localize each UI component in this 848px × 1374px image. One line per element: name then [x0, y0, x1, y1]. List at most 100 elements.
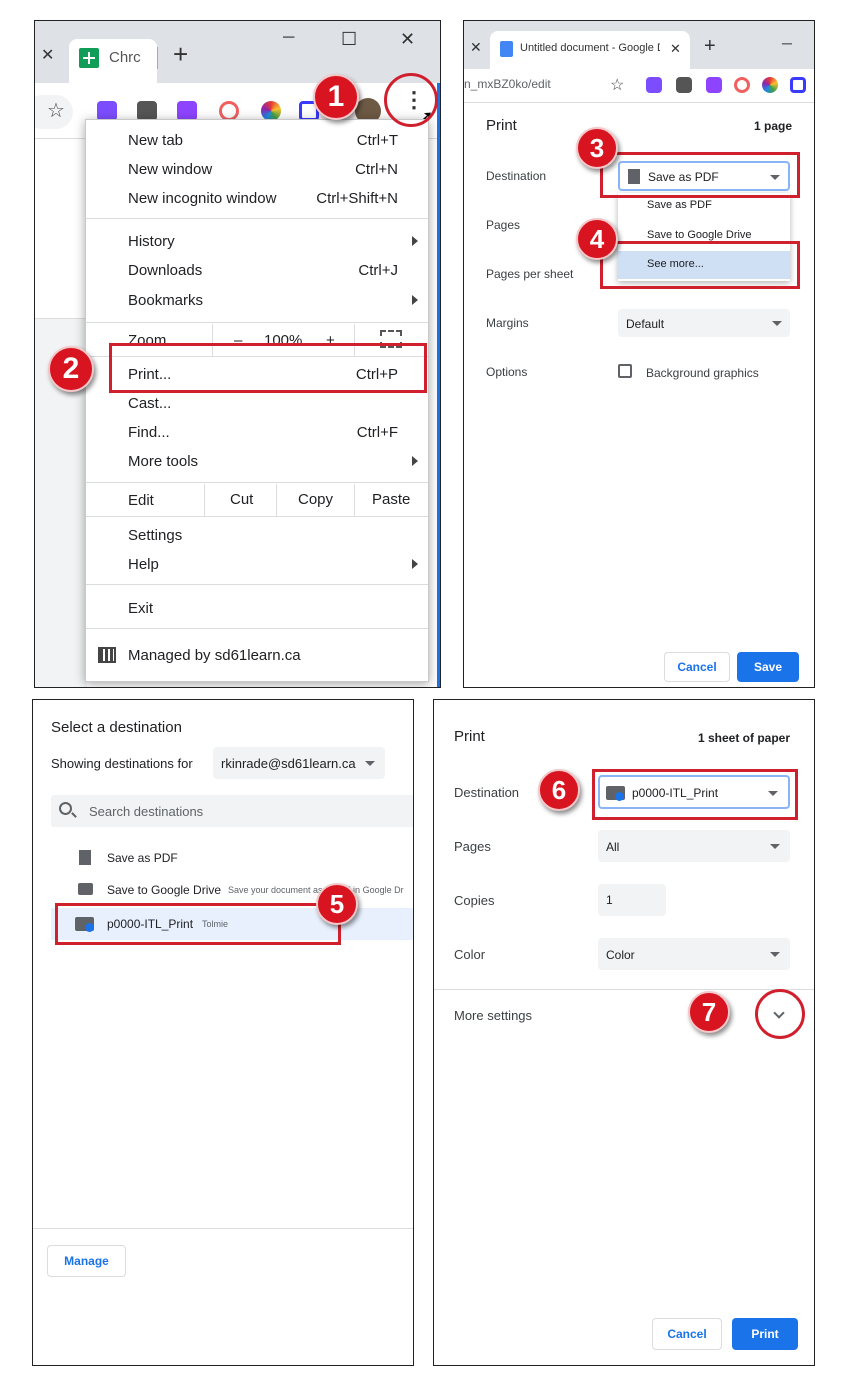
browser-tab[interactable]: Chrc: [69, 39, 157, 83]
tab-close-icon[interactable]: ✕: [470, 39, 482, 56]
extension-puzzle-icon[interactable]: [97, 101, 117, 121]
menu-item-new-tab[interactable]: New tab Ctrl+T: [86, 126, 428, 155]
extension-shape-icon[interactable]: [706, 77, 722, 93]
submenu-arrow-icon: [412, 236, 418, 246]
extension-crop-icon[interactable]: [790, 77, 806, 93]
print-button[interactable]: Print: [732, 1318, 798, 1350]
tab-close-icon[interactable]: ✕: [41, 45, 54, 65]
color-label: Color: [454, 947, 486, 962]
copy-button[interactable]: Copy: [298, 491, 333, 508]
menu-item-downloads[interactable]: Downloads Ctrl+J: [86, 256, 428, 285]
highlight-print: [109, 343, 427, 393]
divider: [434, 989, 814, 990]
new-tab-button[interactable]: +: [173, 39, 188, 70]
sheets-icon: [79, 48, 99, 68]
highlight-destination: [592, 769, 798, 820]
destination-label: Destination: [454, 785, 520, 800]
search-box[interactable]: Search destinations: [51, 795, 413, 827]
highlight-see-more: [600, 241, 800, 289]
chevron-down-icon: [365, 761, 375, 766]
chrome-menu-screenshot: ✕ Chrc + ─ ☐ ✕ ☆ ⋮ ➚ New tabCtrl+T New: [34, 20, 441, 688]
dropdown-option-drive[interactable]: Save to Google Drive: [647, 229, 752, 241]
options-label: Options: [486, 365, 528, 379]
pages-select[interactable]: All: [598, 830, 790, 862]
copies-input[interactable]: 1: [598, 884, 666, 916]
extension-puzzle-icon[interactable]: [646, 77, 662, 93]
tab-strip: ✕ Chrc + ─ ☐ ✕: [35, 21, 440, 83]
step-badge-2: 2: [48, 346, 94, 392]
menu-item-settings[interactable]: Settings: [86, 521, 428, 550]
browser-toolbar: n_mxBZ0ko/edit ☆: [464, 69, 814, 103]
extension-shape-icon[interactable]: [177, 101, 197, 121]
extension-pdf-icon[interactable]: [137, 101, 157, 121]
highlight-more-settings: [755, 989, 805, 1039]
step-badge-4: 4: [576, 218, 618, 260]
print-dialog-printer-screenshot: Print 1 sheet of paper Destination p0000…: [433, 699, 815, 1366]
sheet-count: 1 sheet of paper: [697, 731, 790, 745]
color-select[interactable]: Color: [598, 938, 790, 970]
tab-strip: ✕ Untitled document - Google Do ✕ + ─: [464, 21, 814, 69]
tab-close-icon[interactable]: ✕: [670, 41, 681, 57]
menu-item-bookmarks[interactable]: Bookmarks: [86, 286, 428, 315]
minimize-button[interactable]: ─: [782, 35, 792, 51]
extension-color-wheel-icon[interactable]: [261, 101, 281, 121]
save-button[interactable]: Save: [737, 652, 799, 682]
menu-item-new-window[interactable]: New window Ctrl+N: [86, 155, 428, 184]
extension-arrow-icon[interactable]: [219, 101, 239, 121]
new-tab-button[interactable]: +: [704, 35, 716, 58]
menu-item-edit: Edit Cut Copy Paste: [86, 484, 428, 516]
dropdown-option-pdf[interactable]: Save as PDF: [647, 199, 712, 211]
maximize-button[interactable]: ☐: [341, 29, 357, 50]
pages-label: Pages: [486, 218, 521, 232]
highlight-printer: [55, 903, 341, 945]
margins-select[interactable]: Default: [618, 309, 790, 337]
minimize-button[interactable]: ─: [283, 29, 294, 47]
drive-icon: [78, 883, 93, 895]
star-icon[interactable]: ☆: [610, 75, 624, 95]
highlight-kebab: [384, 73, 438, 127]
cut-button[interactable]: Cut: [230, 491, 253, 508]
chevron-down-icon: [772, 321, 782, 326]
cancel-button[interactable]: Cancel: [652, 1318, 722, 1350]
tab-title: Untitled document - Google Do: [520, 42, 660, 54]
select-destination-screenshot: Select a destination Showing destination…: [32, 699, 414, 1366]
more-settings-label[interactable]: More settings: [454, 1008, 532, 1023]
paste-button[interactable]: Paste: [372, 491, 410, 508]
showing-for-label: Showing destinations for: [51, 756, 193, 771]
highlight-destination: [600, 152, 800, 198]
menu-item-cast[interactable]: Cast...: [86, 389, 428, 418]
manage-button[interactable]: Manage: [47, 1245, 126, 1277]
chrome-main-menu: New tab Ctrl+T New window Ctrl+N New incog…: [85, 119, 429, 682]
copies-label: Copies: [454, 893, 495, 908]
submenu-arrow-icon: [412, 295, 418, 305]
step-badge-1: 1: [313, 74, 359, 120]
browser-tab[interactable]: Untitled document - Google Do ✕: [490, 31, 690, 69]
menu-item-history[interactable]: History: [86, 227, 428, 256]
star-icon[interactable]: ☆: [47, 98, 65, 123]
pages-label: Pages: [454, 839, 491, 854]
print-title: Print: [486, 117, 517, 134]
menu-item-exit[interactable]: Exit: [86, 594, 428, 623]
checkbox-icon[interactable]: [618, 364, 632, 378]
chevron-down-icon: [770, 844, 780, 849]
destination-item-pdf[interactable]: Save as PDF: [51, 846, 413, 872]
account-select[interactable]: rkinrade@sd61learn.ca: [213, 747, 385, 779]
menu-item-new-incognito[interactable]: New incognito window Ctrl+Shift+N: [86, 184, 428, 213]
url-text[interactable]: n_mxBZ0ko/edit: [464, 77, 551, 91]
close-window-button[interactable]: ✕: [400, 29, 415, 50]
cancel-button[interactable]: Cancel: [664, 652, 730, 682]
pages-per-sheet-label: Pages per sheet: [486, 267, 574, 281]
search-input[interactable]: Search destinations: [89, 804, 203, 819]
print-title: Print: [454, 728, 485, 745]
extension-pdf-icon[interactable]: [676, 77, 692, 93]
menu-item-find[interactable]: Find... Ctrl+F: [86, 418, 428, 447]
chevron-down-icon: [770, 952, 780, 957]
destination-item-drive[interactable]: Save to Google Drive Save your document …: [51, 878, 413, 904]
menu-item-managed[interactable]: Managed by sd61learn.ca: [86, 641, 428, 670]
extension-color-wheel-icon[interactable]: [762, 77, 778, 93]
extension-arrow-icon[interactable]: [734, 77, 750, 93]
menu-item-more-tools[interactable]: More tools: [86, 447, 428, 476]
docs-icon: [500, 41, 513, 57]
menu-item-help[interactable]: Help: [86, 550, 428, 579]
print-dialog-pdf-screenshot: ✕ Untitled document - Google Do ✕ + ─ n_…: [463, 20, 815, 688]
